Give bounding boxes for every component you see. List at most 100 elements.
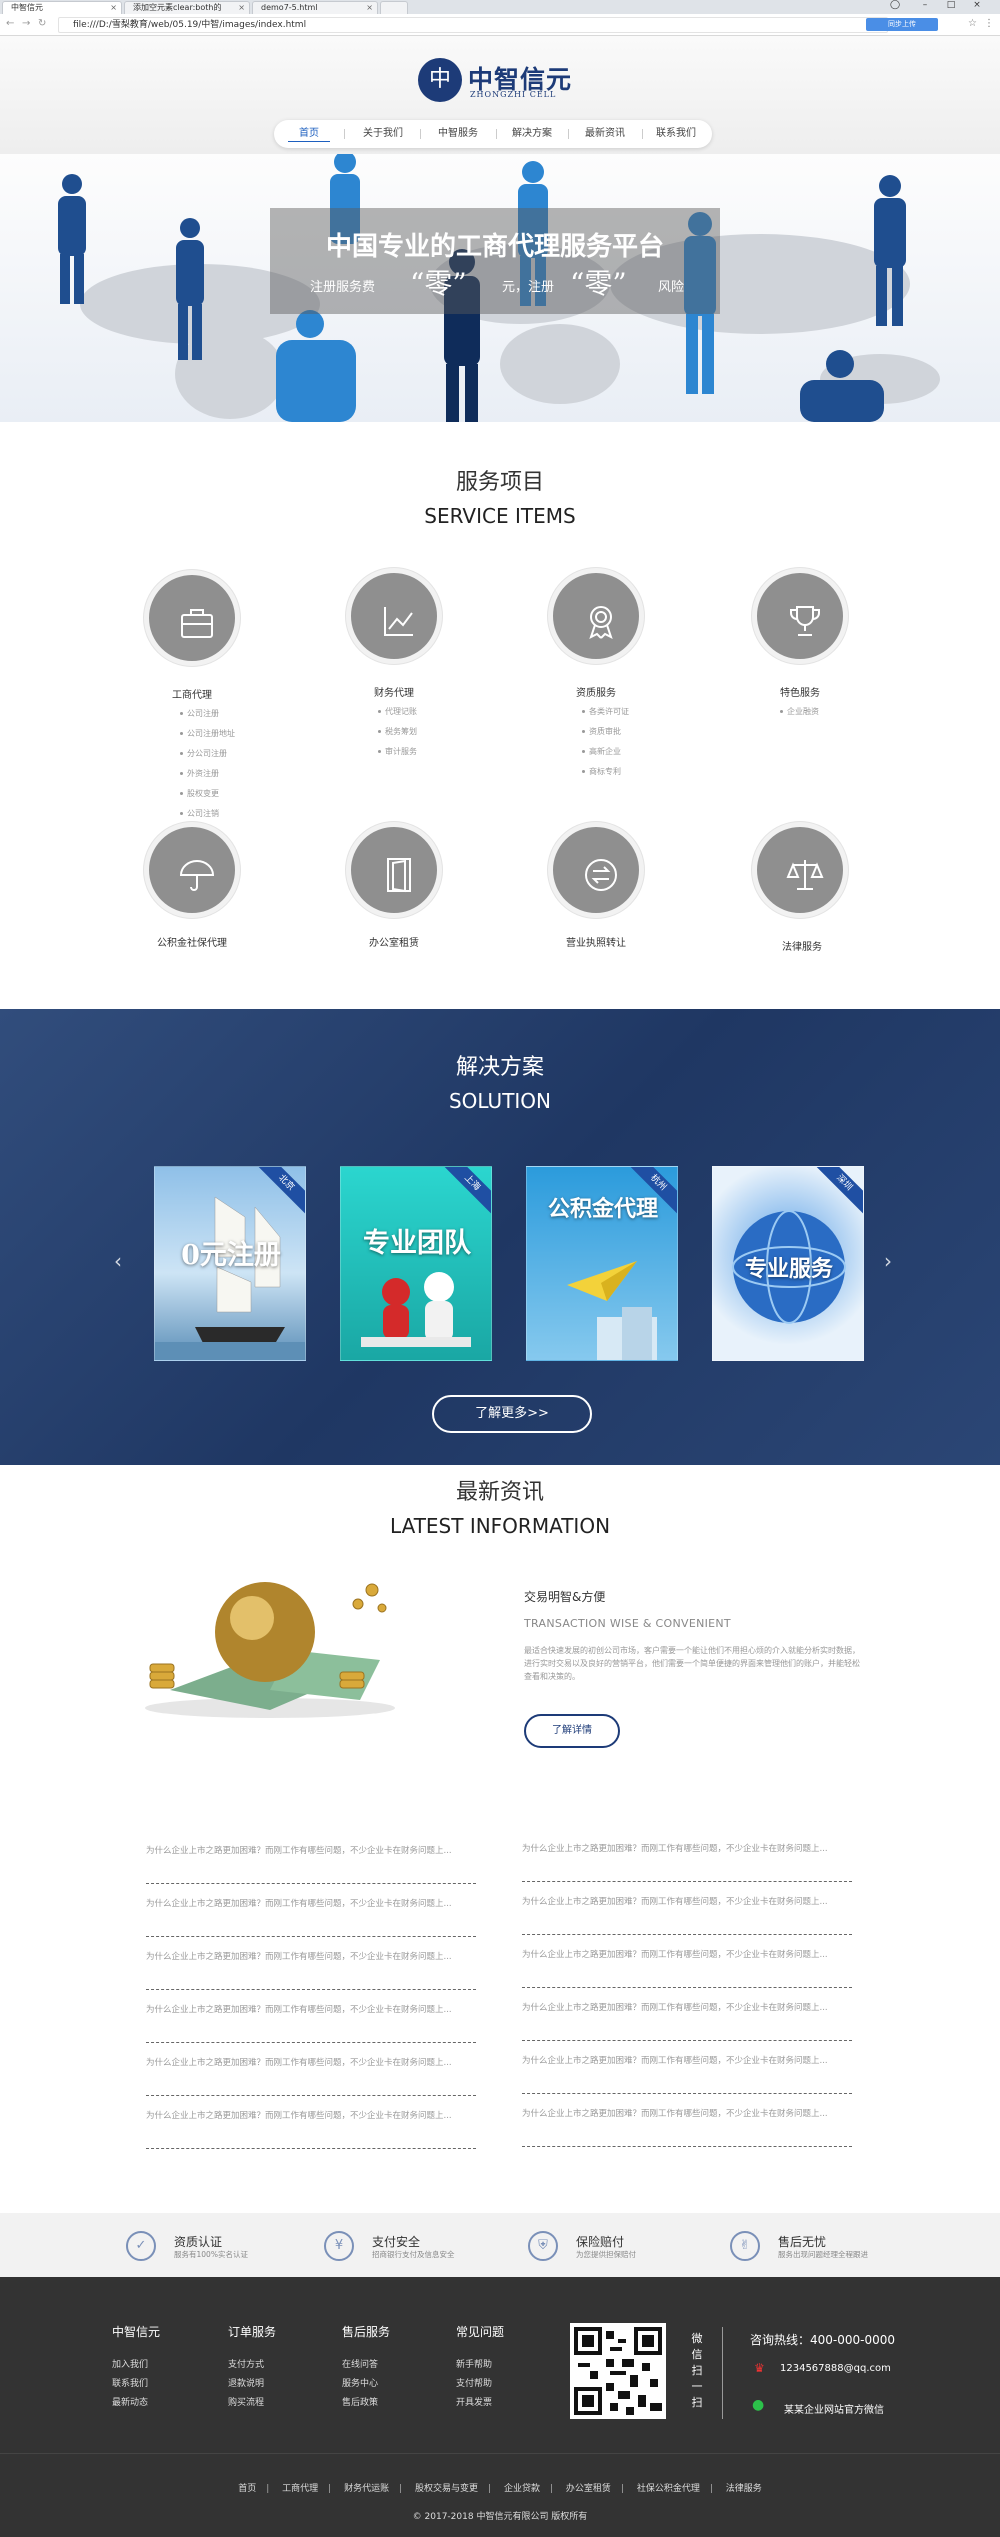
- service-name[interactable]: 资质服务: [564, 684, 628, 699]
- minimize-icon[interactable]: –: [918, 0, 932, 10]
- carousel-prev-button[interactable]: ‹: [114, 1249, 122, 1273]
- footer-link[interactable]: 最新动态: [112, 2395, 148, 2408]
- service-sub-item[interactable]: 审计服务: [378, 746, 417, 757]
- footer-link[interactable]: 退款说明: [228, 2376, 264, 2389]
- footer-nav-link[interactable]: 首页: [238, 2484, 256, 2494]
- nav-item-contact[interactable]: 联系我们: [644, 120, 708, 148]
- menu-icon[interactable]: ⋮: [984, 18, 994, 29]
- news-feature-title[interactable]: 交易明智&方便: [524, 1588, 864, 1605]
- service-circle-finance[interactable]: [346, 568, 442, 664]
- service-sub-item[interactable]: 外资注册: [180, 768, 219, 779]
- footer-nav-link[interactable]: 股权交易与变更: [415, 2484, 478, 2494]
- footer-link[interactable]: 服务中心: [342, 2376, 378, 2389]
- footer-link[interactable]: 在线问答: [342, 2357, 378, 2370]
- service-name[interactable]: 公积金社保代理: [140, 934, 244, 949]
- footer-nav-link[interactable]: 办公室租赁: [566, 2484, 611, 2494]
- service-circle-agency[interactable]: [144, 570, 240, 666]
- service-name[interactable]: 法律服务: [752, 938, 852, 953]
- news-list-item[interactable]: 为什么企业上市之路更加困难？而刚工作有哪些问题，不少企业卡在财务问题上...: [146, 2105, 476, 2149]
- site-logo[interactable]: 中 中智信元 ZHONGZHI CELL: [418, 58, 588, 108]
- footer-nav-link[interactable]: 法律服务: [726, 2484, 762, 2494]
- user-icon[interactable]: ◯: [888, 0, 902, 10]
- solution-card[interactable]: 专业服务 深圳: [712, 1166, 864, 1361]
- new-tab-button[interactable]: [380, 1, 408, 14]
- footer-nav-link[interactable]: 工商代理: [282, 2484, 318, 2494]
- browser-tab[interactable]: demo7-5.html ×: [252, 1, 378, 14]
- service-sub-item[interactable]: 公司注册地址: [180, 728, 235, 739]
- service-sub-item[interactable]: 资质审批: [582, 726, 621, 737]
- forward-icon[interactable]: →: [22, 18, 30, 29]
- solution-card[interactable]: 0元注册 北京: [154, 1166, 306, 1361]
- browser-tab-active[interactable]: 中智信元 ×: [2, 1, 122, 14]
- footer-link[interactable]: 支付帮助: [456, 2376, 492, 2389]
- nav-item-solutions[interactable]: 解决方案: [498, 120, 566, 148]
- service-circle-qualification[interactable]: [548, 568, 644, 664]
- service-circle-legal[interactable]: [752, 822, 848, 918]
- news-list-item[interactable]: 为什么企业上市之路更加困难？而刚工作有哪些问题，不少企业卡在财务问题上...: [146, 1893, 476, 1937]
- guarantee-item[interactable]: ✓ 资质认证 服务有100%实名认证: [126, 2213, 306, 2277]
- service-sub-item[interactable]: 各类许可证: [582, 706, 629, 717]
- maximize-icon[interactable]: □: [944, 0, 958, 10]
- footer-link[interactable]: 新手帮助: [456, 2357, 492, 2370]
- service-sub-item[interactable]: 商标专利: [582, 766, 621, 777]
- details-button[interactable]: 了解详情: [524, 1714, 620, 1748]
- reload-icon[interactable]: ↻: [38, 18, 46, 29]
- footer-nav-link[interactable]: 社保公积金代理: [637, 2484, 700, 2494]
- solution-card[interactable]: 专业团队 上海: [340, 1166, 492, 1361]
- back-icon[interactable]: ←: [6, 18, 14, 29]
- footer-link[interactable]: 支付方式: [228, 2357, 264, 2370]
- footer-link[interactable]: 开具发票: [456, 2395, 492, 2408]
- guarantee-item[interactable]: ¥ 支付安全 招商银行支付及信息安全: [324, 2213, 504, 2277]
- news-list-item[interactable]: 为什么企业上市之路更加困难？而刚工作有哪些问题，不少企业卡在财务问题上...: [522, 1838, 852, 1882]
- news-list-item[interactable]: 为什么企业上市之路更加困难？而刚工作有哪些问题，不少企业卡在财务问题上...: [522, 2103, 852, 2147]
- guarantee-item[interactable]: ✌ 售后无忧 服务出现问题经理全程跟进: [730, 2213, 910, 2277]
- guarantee-item[interactable]: ⛨ 保险赔付 为您提供担保赔付: [528, 2213, 708, 2277]
- service-sub-item[interactable]: 税务筹划: [378, 726, 417, 737]
- news-list-item[interactable]: 为什么企业上市之路更加困难？而刚工作有哪些问题，不少企业卡在财务问题上...: [146, 1999, 476, 2043]
- service-sub-item[interactable]: 公司注销: [180, 808, 219, 819]
- service-circle-special[interactable]: [752, 568, 848, 664]
- service-sub-item[interactable]: 公司注册: [180, 708, 219, 719]
- news-list-item[interactable]: 为什么企业上市之路更加困难？而刚工作有哪些问题，不少企业卡在财务问题上...: [522, 1891, 852, 1935]
- footer-link[interactable]: 加入我们: [112, 2357, 148, 2370]
- service-name[interactable]: 营业执照转让: [546, 934, 646, 949]
- service-circle-office[interactable]: [346, 822, 442, 918]
- browser-tab[interactable]: 添加空元素clear:both的 ×: [124, 1, 250, 14]
- nav-item-about[interactable]: 关于我们: [348, 120, 418, 148]
- service-circle-social-security[interactable]: [144, 822, 240, 918]
- service-circle-license[interactable]: [548, 822, 644, 918]
- qq-email[interactable]: 1234567888@qq.com: [780, 2363, 891, 2374]
- service-name[interactable]: 工商代理: [160, 686, 224, 701]
- close-icon[interactable]: ×: [238, 2, 245, 14]
- nav-item-news[interactable]: 最新资讯: [570, 120, 640, 148]
- news-list-item[interactable]: 为什么企业上市之路更加困难？而刚工作有哪些问题，不少企业卡在财务问题上...: [146, 2052, 476, 2096]
- service-sub-item[interactable]: 分公司注册: [180, 748, 227, 759]
- url-input[interactable]: file:///D:/雪梨教育/web/05.19/中智/images/inde…: [58, 17, 888, 33]
- wechat-account[interactable]: 某某企业网站官方微信: [784, 2401, 884, 2416]
- service-sub-item[interactable]: 代理记账: [378, 706, 417, 717]
- news-list-item[interactable]: 为什么企业上市之路更加困难？而刚工作有哪些问题，不少企业卡在财务问题上...: [522, 2050, 852, 2094]
- solution-card[interactable]: 公积金代理 杭州: [526, 1166, 678, 1361]
- footer-nav-link[interactable]: 财务代运账: [344, 2484, 389, 2494]
- news-list-item[interactable]: 为什么企业上市之路更加困难？而刚工作有哪些问题，不少企业卡在财务问题上...: [522, 1944, 852, 1988]
- close-icon[interactable]: ×: [366, 2, 373, 14]
- close-icon[interactable]: ×: [110, 2, 117, 14]
- footer-link[interactable]: 售后政策: [342, 2395, 378, 2408]
- upload-button[interactable]: 同步上传: [866, 18, 938, 31]
- nav-item-services[interactable]: 中智服务: [422, 120, 494, 148]
- carousel-next-button[interactable]: ›: [884, 1249, 892, 1273]
- service-name[interactable]: 办公室租赁: [344, 934, 444, 949]
- service-sub-item[interactable]: 股权变更: [180, 788, 219, 799]
- footer-nav-link[interactable]: 企业贷款: [504, 2484, 540, 2494]
- learn-more-button[interactable]: 了解更多>>: [432, 1395, 592, 1433]
- service-name[interactable]: 特色服务: [768, 684, 832, 699]
- footer-link[interactable]: 购买流程: [228, 2395, 264, 2408]
- news-list-item[interactable]: 为什么企业上市之路更加困难？而刚工作有哪些问题，不少企业卡在财务问题上...: [522, 1997, 852, 2041]
- service-sub-item[interactable]: 企业融资: [780, 706, 819, 717]
- service-name[interactable]: 财务代理: [362, 684, 426, 699]
- footer-link[interactable]: 联系我们: [112, 2376, 148, 2389]
- nav-item-home[interactable]: 首页: [280, 120, 338, 148]
- close-window-icon[interactable]: ×: [970, 0, 984, 10]
- service-sub-item[interactable]: 高新企业: [582, 746, 621, 757]
- bookmark-star-icon[interactable]: ☆: [968, 18, 977, 29]
